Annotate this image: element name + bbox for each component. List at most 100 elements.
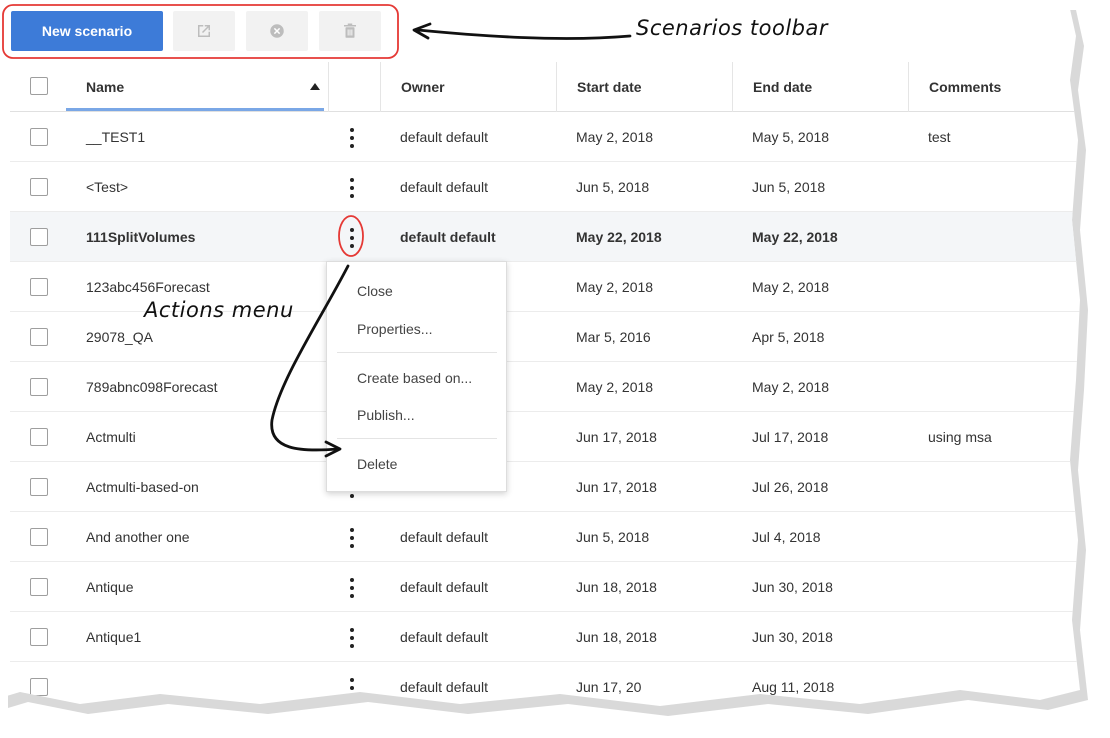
row-name: Actmulti xyxy=(86,429,136,445)
row-checkbox[interactable] xyxy=(30,528,48,546)
open-external-icon xyxy=(198,25,210,37)
actions-menu: Close Properties... Create based on... P… xyxy=(326,261,507,492)
table-row[interactable]: Actmulti-based-on Jun 17, 2018 Jul 26, 201… xyxy=(10,462,1080,512)
row-checkbox[interactable] xyxy=(30,278,48,296)
row-end-date: May 22, 2018 xyxy=(752,229,838,245)
row-start-date: May 2, 2018 xyxy=(576,379,654,395)
table-row[interactable]: 111SplitVolumes default default May 22, 20… xyxy=(10,212,1080,262)
row-end-date: Apr 5, 2018 xyxy=(752,329,825,345)
table-row[interactable]: Actmulti Jun 17, 2018 Jul 17, 2018 using ms… xyxy=(10,412,1080,462)
column-header-actions xyxy=(328,62,380,112)
row-checkbox[interactable] xyxy=(30,378,48,396)
row-end-date: Aug 11, 2018 xyxy=(752,679,835,695)
row-checkbox[interactable] xyxy=(30,478,48,496)
row-owner: default default xyxy=(400,629,488,645)
row-checkbox[interactable] xyxy=(30,628,48,646)
table-row[interactable]: Antique1 default default Jun 18, 2018 Jun 3… xyxy=(10,612,1080,662)
row-start-date: Jun 17, 2018 xyxy=(576,429,657,445)
close-scenario-button[interactable] xyxy=(246,11,308,51)
row-checkbox[interactable] xyxy=(30,428,48,446)
menu-callout-label: Actions menu xyxy=(144,298,294,322)
delete-scenario-button[interactable] xyxy=(319,11,381,51)
more-actions-icon[interactable] xyxy=(348,678,356,698)
row-checkbox[interactable] xyxy=(30,678,48,696)
row-owner: default default xyxy=(400,529,488,545)
row-owner: default default xyxy=(400,229,496,245)
table-row[interactable]: Antique default default Jun 18, 2018 Jun 30… xyxy=(10,562,1080,612)
table-header: Name Owner Start date End date Comments xyxy=(10,62,1080,112)
row-end-date: Jun 5, 2018 xyxy=(752,179,826,195)
row-name: <Test> xyxy=(86,179,129,195)
menu-item-close[interactable]: Close xyxy=(357,283,393,299)
row-end-date: May 2, 2018 xyxy=(752,379,830,395)
table-row[interactable]: default default Jun 17, 20 Aug 11, 2018 xyxy=(10,662,1080,706)
row-end-date: Jun 30, 2018 xyxy=(752,629,833,645)
more-actions-icon[interactable] xyxy=(348,128,356,148)
column-header-start-date[interactable]: Start date xyxy=(556,62,732,112)
more-actions-icon[interactable] xyxy=(348,578,356,598)
row-name: 29078_QA xyxy=(86,329,153,345)
more-actions-icon[interactable] xyxy=(348,228,356,248)
menu-item-delete[interactable]: Delete xyxy=(357,456,397,472)
scenarios-toolbar: New scenario xyxy=(0,0,1080,62)
row-name: Actmulti-based-on xyxy=(86,479,199,495)
row-start-date: Jun 5, 2018 xyxy=(576,529,650,545)
row-checkbox[interactable] xyxy=(30,178,48,196)
row-name: Antique1 xyxy=(86,629,142,645)
row-end-date: May 5, 2018 xyxy=(752,129,830,145)
row-start-date: Jun 17, 2018 xyxy=(576,479,657,495)
column-header-comments[interactable]: Comments xyxy=(908,62,1080,112)
select-all-checkbox[interactable] xyxy=(30,77,48,95)
column-header-name[interactable]: Name xyxy=(86,62,124,112)
row-name: And another one xyxy=(86,529,190,545)
row-end-date: May 2, 2018 xyxy=(752,279,830,295)
more-actions-icon[interactable] xyxy=(348,528,356,548)
table-row[interactable]: 789abnc098Forecast May 2, 2018 May 2, 2018 xyxy=(10,362,1080,412)
row-end-date: Jul 4, 2018 xyxy=(752,529,821,545)
row-owner: default default xyxy=(400,579,488,595)
row-name: __TEST1 xyxy=(86,129,146,145)
more-actions-icon[interactable] xyxy=(348,178,356,198)
row-checkbox[interactable] xyxy=(30,328,48,346)
row-name: 789abnc098Forecast xyxy=(86,379,218,395)
row-owner: default default xyxy=(400,679,488,695)
menu-divider xyxy=(337,438,497,439)
scenarios-app: New scenario Name Owner Start date End d… xyxy=(0,0,1080,706)
row-start-date: Jun 18, 2018 xyxy=(576,629,657,645)
new-scenario-button[interactable]: New scenario xyxy=(11,11,163,51)
row-start-date: May 2, 2018 xyxy=(576,129,654,145)
row-name: Antique xyxy=(86,579,134,595)
row-owner: default default xyxy=(400,129,488,145)
sorted-column-indicator xyxy=(66,108,324,111)
row-start-date: May 2, 2018 xyxy=(576,279,654,295)
menu-item-properties[interactable]: Properties... xyxy=(357,321,432,337)
sort-ascending-icon xyxy=(310,83,320,90)
open-scenario-button[interactable] xyxy=(173,11,235,51)
row-start-date: Mar 5, 2016 xyxy=(576,329,651,345)
more-actions-icon[interactable] xyxy=(348,628,356,648)
row-start-date: Jun 5, 2018 xyxy=(576,179,650,195)
table-row[interactable]: <Test> default default Jun 5, 2018 Jun 5, 2… xyxy=(10,162,1080,212)
row-end-date: Jul 26, 2018 xyxy=(752,479,829,495)
menu-divider xyxy=(337,352,497,353)
row-comments: test xyxy=(928,129,951,145)
column-header-owner[interactable]: Owner xyxy=(380,62,556,112)
row-comments: using msa xyxy=(928,429,992,445)
row-start-date: May 22, 2018 xyxy=(576,229,662,245)
menu-item-publish[interactable]: Publish... xyxy=(357,407,415,423)
trash-icon xyxy=(344,23,356,38)
row-start-date: Jun 17, 20 xyxy=(576,679,642,695)
row-start-date: Jun 18, 2018 xyxy=(576,579,657,595)
table-row[interactable]: __TEST1 default default May 2, 2018 May 5, … xyxy=(10,112,1080,162)
row-name: 111SplitVolumes xyxy=(86,229,196,245)
menu-item-create-based-on[interactable]: Create based on... xyxy=(357,370,472,386)
column-header-end-date[interactable]: End date xyxy=(732,62,908,112)
table-row[interactable]: And another one default default Jun 5, 201… xyxy=(10,512,1080,562)
row-owner: default default xyxy=(400,179,488,195)
toolbar-callout-label: Scenarios toolbar xyxy=(636,16,829,40)
row-checkbox[interactable] xyxy=(30,128,48,146)
row-end-date: Jul 17, 2018 xyxy=(752,429,829,445)
row-checkbox[interactable] xyxy=(30,578,48,596)
row-checkbox[interactable] xyxy=(30,228,48,246)
row-end-date: Jun 30, 2018 xyxy=(752,579,833,595)
